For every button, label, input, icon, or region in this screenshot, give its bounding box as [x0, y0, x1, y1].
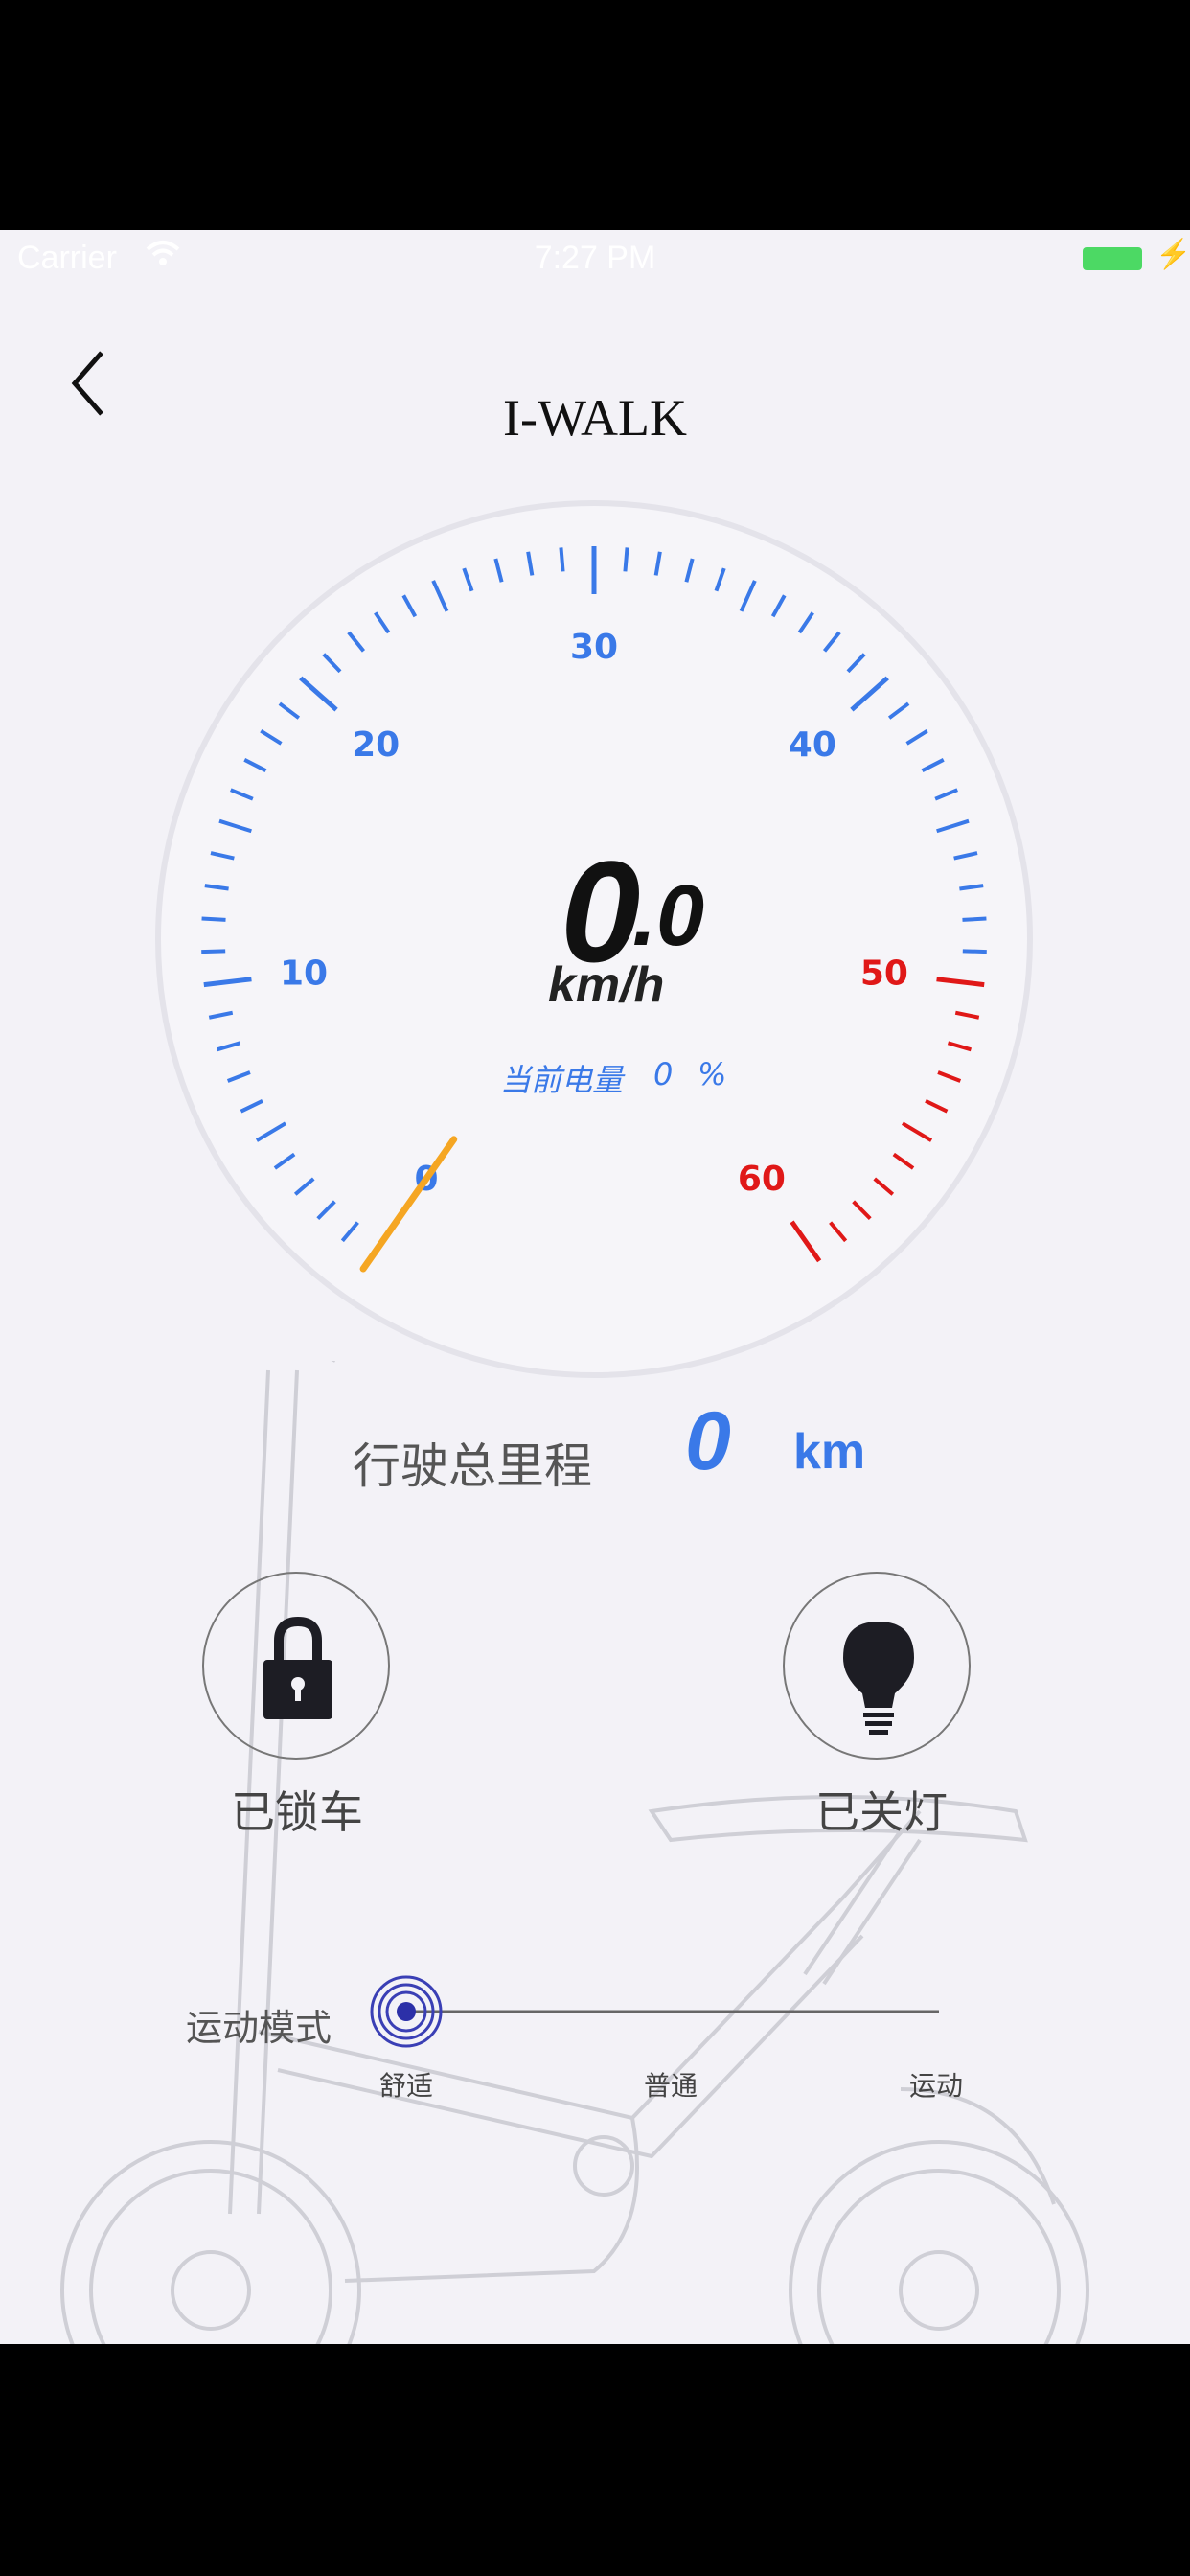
speed-unit: km/h — [548, 957, 665, 1013]
gauge-label-50: 50 — [860, 954, 908, 993]
mode-option-comfort[interactable]: 舒适 — [379, 2065, 433, 2104]
status-time: 7:27 PM — [534, 240, 656, 276]
mode-option-normal[interactable]: 普通 — [644, 2065, 698, 2104]
battery-unit: % — [698, 1056, 727, 1092]
mode-option-sport[interactable]: 运动 — [909, 2065, 963, 2104]
battery-label: 当前电量 — [500, 1062, 624, 1098]
gauge-label-30: 30 — [570, 628, 618, 667]
gauge-tick — [962, 916, 987, 922]
page-title: I-WALK — [503, 389, 687, 447]
gauge-tick — [201, 949, 226, 954]
total-mileage-unit: km — [793, 1424, 866, 1480]
speed-decimal: .0 — [632, 868, 705, 964]
bulb-icon — [843, 1622, 914, 1735]
light-status-label: 已关灯 — [815, 1786, 948, 1838]
gauge-tick — [559, 547, 565, 572]
scooter-illustration — [60, 1361, 1089, 2344]
battery-value: 0 — [653, 1056, 674, 1092]
lock-button[interactable] — [202, 1572, 390, 1760]
charging-icon: ⚡ — [1156, 239, 1190, 270]
lock-icon — [263, 1616, 332, 1719]
total-mileage-label: 行驶总里程 — [353, 1438, 592, 1494]
app-screen: Carrier 7:27 PM ⚡ I-WALK 0 10 20 30 40 50 60 0… — [0, 230, 1190, 2344]
gauge-label-40: 40 — [789, 725, 836, 765]
status-bar: Carrier 7:27 PM ⚡ — [0, 230, 1190, 288]
gauge-label-10: 10 — [280, 954, 328, 993]
total-mileage-value: 0 — [685, 1395, 731, 1487]
lock-status-label: 已锁车 — [231, 1786, 363, 1838]
battery-icon — [1083, 247, 1142, 270]
ride-mode-label: 运动模式 — [186, 2007, 332, 2049]
ride-mode-slider[interactable] — [364, 1974, 968, 2051]
light-button[interactable] — [783, 1572, 971, 1760]
gauge-tick — [623, 547, 629, 572]
gauge-tick — [201, 916, 226, 922]
gauge-tick — [962, 949, 987, 954]
gauge-label-60: 60 — [738, 1160, 786, 1199]
gauge-label-20: 20 — [352, 725, 400, 765]
